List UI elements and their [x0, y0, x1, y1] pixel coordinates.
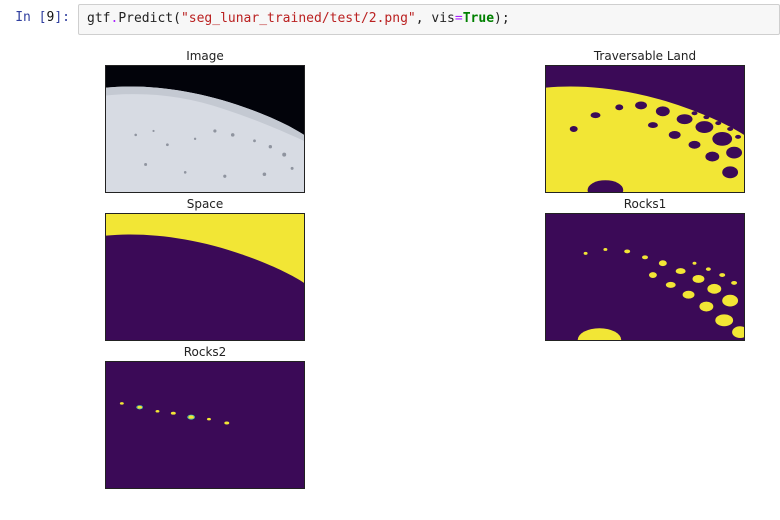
code-method: Predict: [118, 11, 173, 26]
plot-title-traversable: Traversable Land: [594, 49, 696, 63]
plot-title-space: Space: [187, 197, 224, 211]
plot-frame-rocks2: [105, 361, 305, 489]
plot-frame-traversable: [545, 65, 745, 193]
plot-frame-image: [105, 65, 305, 193]
plot-rocks1: Rocks1: [520, 197, 770, 341]
code-sep: ,: [416, 11, 432, 26]
plot-empty: [520, 345, 770, 489]
code-close: );: [494, 11, 510, 26]
prompt-suffix: ]:: [54, 10, 70, 25]
code-kw-val: True: [463, 11, 494, 26]
prompt-prefix: In [: [15, 10, 46, 25]
notebook-code-cell: In [9]: gtf.Predict("seg_lunar_trained/t…: [0, 0, 780, 39]
space-mask: [106, 214, 304, 340]
plot-traversable: Traversable Land: [520, 49, 770, 193]
code-arg-string: "seg_lunar_trained/test/2.png": [181, 11, 416, 26]
plot-title-rocks1: Rocks1: [624, 197, 667, 211]
plot-frame-rocks1: [545, 213, 745, 341]
code-open: (: [173, 11, 181, 26]
lunar-image: [106, 66, 304, 192]
plots-grid: Image Traversab: [80, 49, 770, 489]
plot-image: Image: [80, 49, 330, 193]
code-obj: gtf: [87, 11, 110, 26]
rocks1-mask: [546, 214, 744, 340]
plot-frame-space: [105, 213, 305, 341]
traversable-mask: [546, 66, 744, 192]
cell-prompt: In [9]:: [0, 4, 78, 25]
code-eq: =: [455, 11, 463, 26]
plot-title-rocks2: Rocks2: [184, 345, 227, 359]
plot-title-image: Image: [186, 49, 224, 63]
cell-output: Image Traversab: [70, 39, 780, 489]
plot-rocks2: Rocks2: [80, 345, 330, 489]
plot-space: Space: [80, 197, 330, 341]
code-kw-name: vis: [431, 11, 454, 26]
code-input[interactable]: gtf.Predict("seg_lunar_trained/test/2.pn…: [78, 4, 780, 35]
rocks2-mask: [106, 362, 304, 488]
